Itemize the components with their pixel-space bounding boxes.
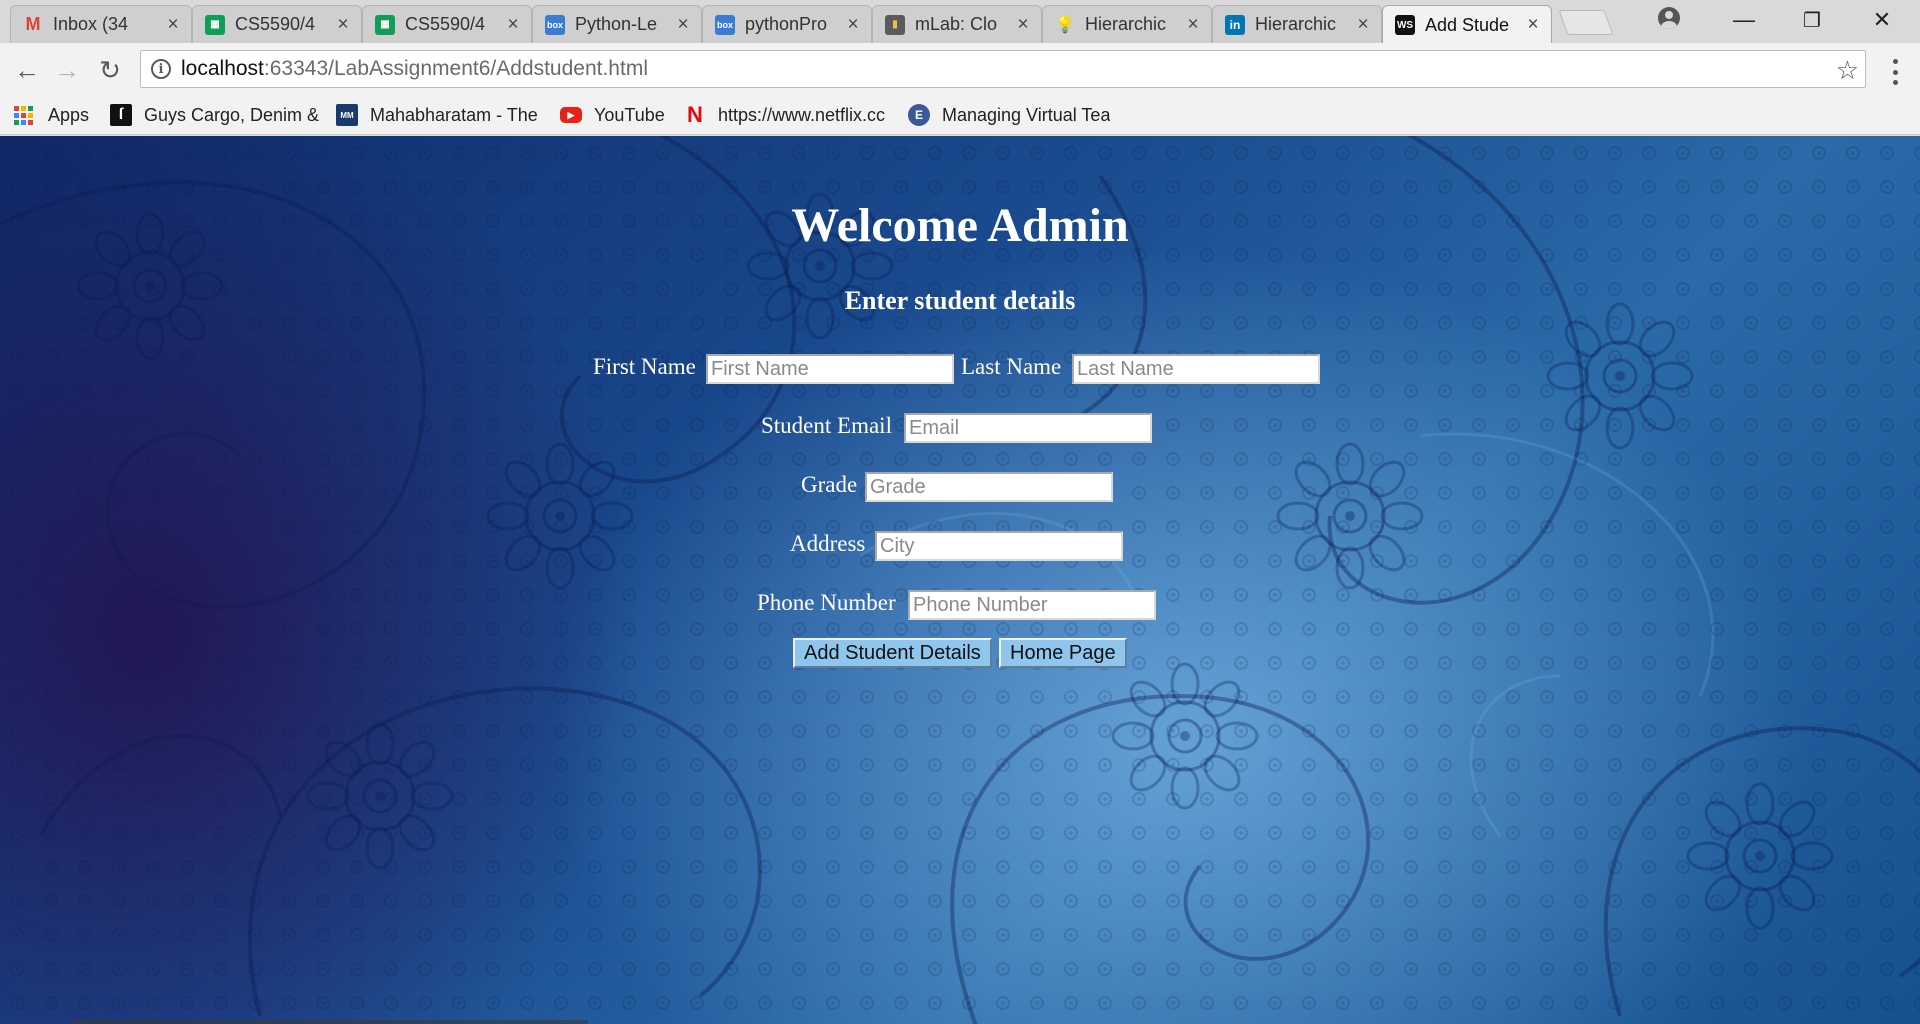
browser-toolbar: ← → ↻ i localhost:63343/LabAssignment6/A…	[0, 43, 1920, 95]
close-icon[interactable]: ×	[675, 14, 691, 36]
info-icon[interactable]: i	[151, 59, 171, 79]
url-text: localhost:63343/LabAssignment6/Addstuden…	[181, 57, 648, 80]
tab-cs5590-1[interactable]: ▦ CS5590/4 ×	[192, 5, 362, 43]
address-label: Address	[790, 531, 866, 556]
horizontal-scrollbar[interactable]	[72, 1020, 588, 1024]
tab-hierarchic-1[interactable]: 💡 Hierarchic ×	[1042, 5, 1212, 43]
tab-title: Hierarchic	[1255, 14, 1337, 34]
bookmark-apps[interactable]: Apps	[14, 101, 89, 129]
webstorm-icon: WS	[1395, 15, 1415, 35]
tab-strip: M Inbox (34 × ▦ CS5590/4 × ▦ CS5590/4 × …	[0, 0, 1920, 44]
tab-inbox[interactable]: M Inbox (34 ×	[10, 5, 192, 43]
bookmark-label: Apps	[48, 104, 90, 125]
bookmark-label: Mahabharatam - The	[370, 104, 538, 125]
tab-title: Python-Le	[575, 14, 658, 34]
tab-title: CS5590/4	[235, 14, 316, 34]
email-input[interactable]	[904, 413, 1152, 443]
tab-title: Hierarchic	[1085, 14, 1167, 34]
grade-label: Grade	[801, 472, 858, 497]
close-icon[interactable]: ×	[505, 14, 521, 36]
lightbulb-icon: 💡	[1055, 16, 1075, 34]
restore-button[interactable]: ❐	[1782, 0, 1842, 40]
tab-hierarchic-2[interactable]: in Hierarchic ×	[1212, 5, 1382, 43]
bookmark-guys-cargo[interactable]: ſ Guys Cargo, Denim &	[110, 101, 320, 129]
close-icon[interactable]: ×	[165, 14, 181, 36]
linkedin-icon: in	[1225, 14, 1245, 35]
first-name-label: First Name	[593, 354, 696, 379]
add-student-details-button[interactable]: Add Student Details	[793, 638, 992, 668]
tab-title: pythonPro	[745, 14, 828, 34]
bookmark-youtube[interactable]: ▶ YouTube	[560, 101, 665, 129]
profile-icon[interactable]	[1658, 7, 1680, 29]
tab-python-le[interactable]: box Python-Le ×	[532, 5, 702, 43]
bookmark-mahabharatam[interactable]: MM Mahabharatam - The	[336, 101, 540, 129]
star-icon[interactable]: ☆	[1836, 55, 1859, 86]
back-button[interactable]: ←	[12, 55, 42, 85]
minimize-button[interactable]: —	[1714, 0, 1774, 40]
phone-number-input[interactable]	[908, 590, 1156, 620]
last-name-input[interactable]	[1072, 354, 1320, 384]
page-title: Welcome Admin	[791, 199, 1129, 252]
close-icon[interactable]: ×	[1015, 14, 1031, 36]
bookmarks-bar: Apps ſ Guys Cargo, Denim & MM Mahabharat…	[0, 95, 1920, 135]
tab-title: Inbox (34	[53, 14, 129, 34]
close-icon[interactable]: ×	[1355, 14, 1371, 36]
tab-title: mLab: Clo	[915, 14, 998, 34]
city-input[interactable]	[875, 531, 1123, 561]
bookmark-managing-virtual[interactable]: E Managing Virtual Tea	[908, 101, 1112, 129]
bookmark-label: https://www.netflix.cc	[718, 104, 886, 125]
home-page-button[interactable]: Home Page	[999, 638, 1127, 668]
phone-number-label: Phone Number	[757, 590, 896, 615]
last-name-label: Last Name	[961, 354, 1062, 379]
guys-cargo-icon: ſ	[110, 104, 132, 126]
menu-icon[interactable]	[1880, 57, 1910, 87]
first-name-input[interactable]	[706, 354, 954, 384]
tab-cs5590-2[interactable]: ▦ CS5590/4 ×	[362, 5, 532, 43]
close-icon[interactable]: ×	[335, 14, 351, 36]
close-icon[interactable]: ×	[1525, 14, 1541, 36]
apps-grid-icon	[14, 104, 36, 126]
reload-button[interactable]: ↻	[95, 55, 125, 85]
bookmark-label: YouTube	[594, 104, 665, 125]
netflix-icon: N	[687, 102, 703, 127]
student-email-label: Student Email	[761, 413, 892, 438]
window-close-button[interactable]: ✕	[1852, 0, 1912, 40]
mahabharatam-icon: MM	[336, 104, 358, 126]
tab-title: CS5590/4	[405, 14, 486, 34]
tab-pythonpro[interactable]: box pythonPro ×	[702, 5, 872, 43]
sheets-icon: ▦	[205, 14, 225, 35]
gmail-icon: M	[25, 14, 41, 34]
close-icon[interactable]: ×	[1185, 14, 1201, 36]
sheets-icon: ▦	[375, 14, 395, 35]
box-icon: box	[715, 14, 735, 35]
managing-virtual-icon: E	[908, 104, 930, 126]
bookmark-label: Guys Cargo, Denim &	[144, 104, 320, 125]
page-subtitle: Enter student details	[844, 286, 1076, 315]
youtube-icon: ▶	[560, 107, 582, 123]
tab-title: Add Stude	[1425, 14, 1510, 35]
new-tab-button[interactable]	[1558, 10, 1614, 35]
tab-mlab[interactable]: ▮ mLab: Clo ×	[872, 5, 1042, 43]
forward-button[interactable]: →	[52, 55, 82, 85]
bookmark-label: Managing Virtual Tea	[942, 104, 1111, 125]
tab-add-student[interactable]: WS Add Stude ×	[1382, 5, 1552, 44]
address-bar[interactable]: i localhost:63343/LabAssignment6/Addstud…	[140, 50, 1866, 88]
bookmark-netflix[interactable]: N https://www.netflix.cc	[684, 101, 890, 129]
close-icon[interactable]: ×	[845, 14, 861, 36]
page-viewport: Welcome Admin Enter student details Firs…	[0, 136, 1920, 1024]
box-icon: box	[545, 14, 565, 35]
mlab-icon: ▮	[885, 14, 905, 35]
add-student-form: Welcome Admin Enter student details Firs…	[0, 136, 1920, 1024]
grade-input[interactable]	[865, 472, 1113, 502]
